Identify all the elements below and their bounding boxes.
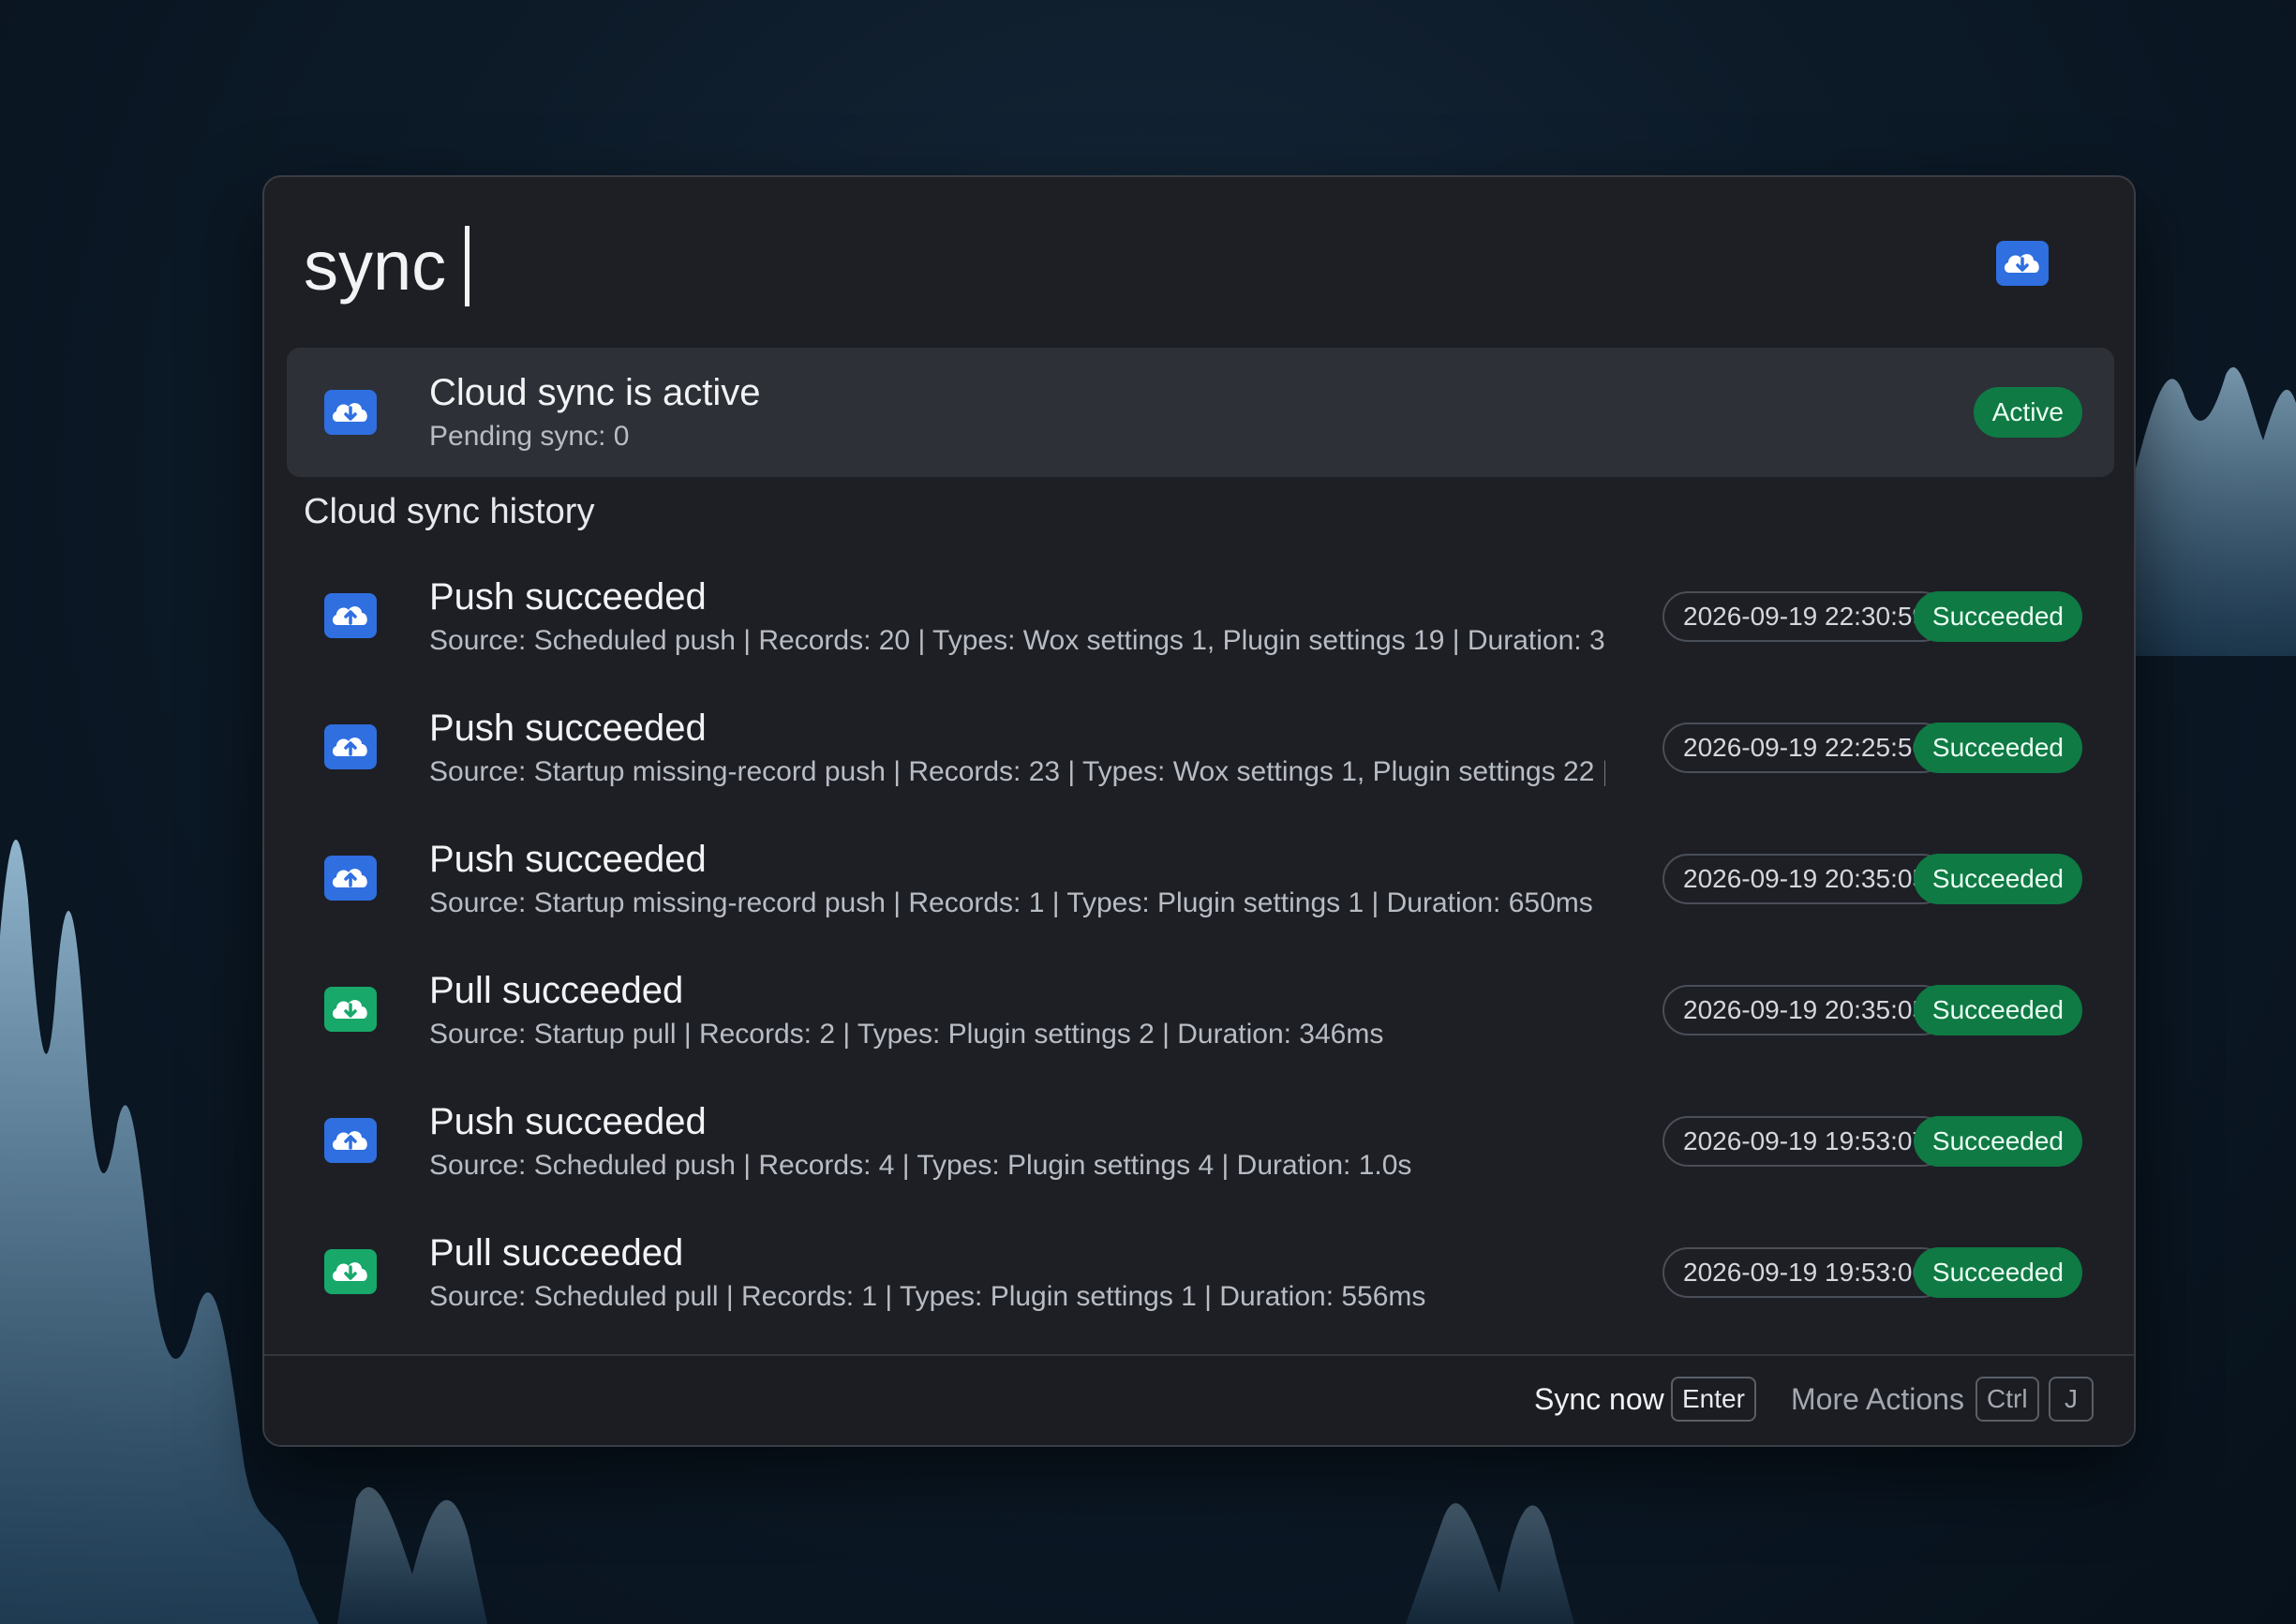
cloud-upload-icon [324, 724, 377, 769]
status-badge: Succeeded [1913, 1247, 2082, 1298]
cloud-upload-icon [324, 1118, 377, 1163]
j-key-hint: J [2049, 1377, 2094, 1422]
history-item[interactable]: Push succeeded Source: Scheduled push | R… [287, 1077, 2114, 1208]
timestamp-badge: 2026-09-19 22:30:59 [1662, 591, 1947, 642]
timestamp-badge: 2026-09-19 19:53:06 [1662, 1247, 1947, 1298]
enter-key-hint: Enter [1671, 1377, 1756, 1422]
item-title: Pull succeeded [429, 1232, 684, 1274]
search-input[interactable]: sync [304, 226, 470, 306]
ctrl-key-hint: Ctrl [1975, 1377, 2039, 1422]
query-bar: sync [264, 177, 2134, 346]
status-badge: Succeeded [1913, 985, 2082, 1035]
cloud-upload-icon [324, 856, 377, 901]
cloud-download-icon [1996, 241, 2049, 286]
more-actions-button[interactable]: More Actions [1791, 1382, 1964, 1417]
item-subtitle: Source: Scheduled push | Records: 4 | Ty… [429, 1150, 1412, 1181]
status-badge: Succeeded [1913, 1116, 2082, 1167]
status-badge: Succeeded [1913, 591, 2082, 642]
sync-status-item[interactable]: Cloud sync is active Pending sync: 0 Act… [287, 348, 2114, 477]
item-subtitle: Source: Startup missing-record push | Re… [429, 887, 1593, 918]
status-badge: Succeeded [1913, 854, 2082, 904]
text-caret [465, 226, 470, 306]
launcher-window: sync Cloud sync is active Pending sync: … [262, 175, 2136, 1447]
action-footer: Sync now Enter More Actions Ctrl J [264, 1354, 2134, 1445]
item-subtitle: Source: Scheduled push | Records: 20 | T… [429, 625, 1605, 656]
timestamp-badge: 2026-09-19 22:25:56 [1662, 723, 1947, 773]
item-subtitle: Source: Startup pull | Records: 2 | Type… [429, 1019, 1384, 1050]
item-title: Cloud sync is active [429, 372, 761, 413]
cloud-upload-icon [324, 593, 377, 638]
history-item[interactable]: Push succeeded Source: Startup missing-re… [287, 814, 2114, 946]
cloud-download-icon [324, 987, 377, 1032]
item-title: Push succeeded [429, 576, 707, 618]
timestamp-badge: 2026-09-19 19:53:07 [1662, 1116, 1947, 1167]
item-subtitle: Source: Startup missing-record push | Re… [429, 756, 1605, 787]
item-title: Push succeeded [429, 1101, 707, 1142]
history-item[interactable]: Pull succeeded Source: Startup pull | Rec… [287, 946, 2114, 1077]
history-item[interactable]: Push succeeded Source: Startup missing-re… [287, 683, 2114, 814]
timestamp-badge: 2026-09-19 20:35:05 [1662, 854, 1947, 904]
history-item[interactable]: Push succeeded Source: Scheduled push | R… [287, 552, 2114, 683]
search-query-text: sync [304, 227, 447, 305]
history-item[interactable]: Pull succeeded Source: Scheduled pull | R… [287, 1208, 2114, 1339]
timestamp-badge: 2026-09-19 20:35:05 [1662, 985, 1947, 1035]
cloud-download-icon [324, 1249, 377, 1294]
item-subtitle: Pending sync: 0 [429, 421, 630, 452]
status-badge: Active [1973, 387, 2082, 438]
section-heading: Cloud sync history [304, 492, 595, 531]
status-badge: Succeeded [1913, 723, 2082, 773]
item-subtitle: Source: Scheduled pull | Records: 1 | Ty… [429, 1281, 1426, 1312]
sync-now-action[interactable]: Sync now [1534, 1382, 1664, 1417]
item-title: Push succeeded [429, 708, 707, 749]
item-title: Push succeeded [429, 839, 707, 880]
cloud-download-icon [324, 390, 377, 435]
item-title: Pull succeeded [429, 970, 684, 1011]
